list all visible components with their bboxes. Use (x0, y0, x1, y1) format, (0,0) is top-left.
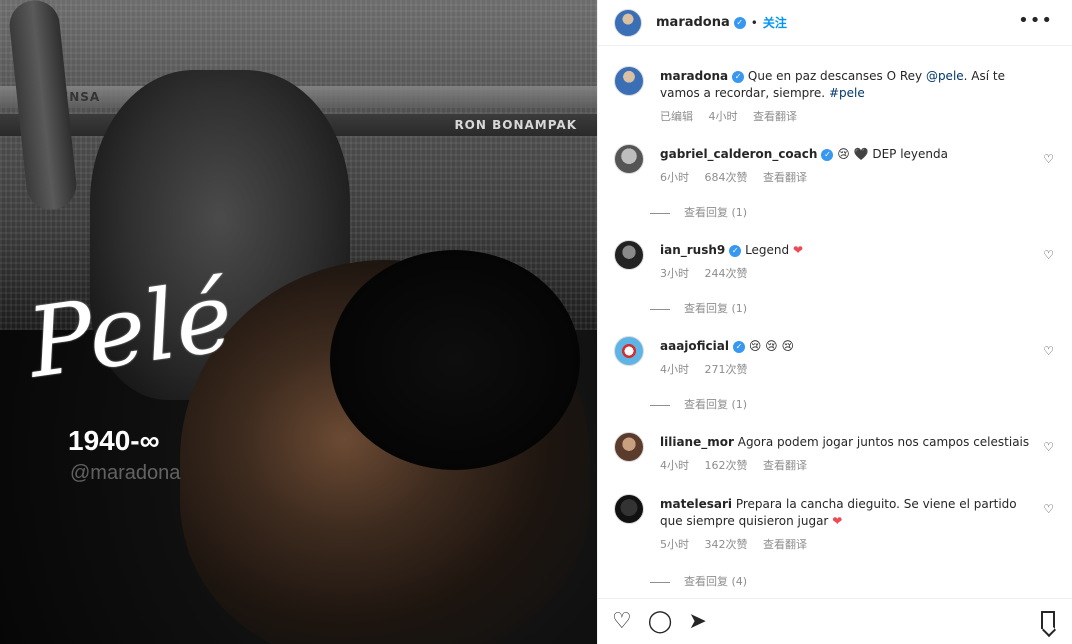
view-replies-label: 查看回复 (1) (684, 206, 748, 219)
timestamp[interactable]: 4小时 (660, 363, 689, 376)
years-text: 1940-∞ (68, 425, 160, 456)
comment-username[interactable]: matelesari (660, 497, 732, 511)
separator-dot: • (750, 15, 758, 30)
post-header: maradona ✓ • 关注 ••• (598, 0, 1072, 46)
view-replies-button[interactable]: 查看回复 (1) (650, 204, 747, 220)
comment-username[interactable]: ian_rush9 (660, 243, 725, 257)
signature-text: Pelé (21, 260, 240, 400)
avatar[interactable] (614, 494, 644, 524)
comment-username[interactable]: liliane_mor (660, 435, 734, 449)
verified-icon: ✓ (732, 70, 745, 83)
verified-icon: ✓ (733, 16, 746, 29)
translate-button[interactable]: 查看翻译 (763, 538, 807, 551)
likes-count[interactable]: 162次赞 (705, 459, 748, 472)
comment-text: 😢 😢 😢 (748, 339, 794, 353)
heart-icon[interactable]: ♡ (1043, 502, 1054, 516)
comment-username[interactable]: gabriel_calderon_coach (660, 147, 817, 161)
comment-text: Agora podem jogar juntos nos campos cele… (737, 435, 1030, 449)
hashtag-link[interactable]: #pele (829, 86, 865, 100)
comment-text: 😢 🖤 DEP leyenda (837, 147, 948, 161)
mention-link[interactable]: @pele (926, 69, 964, 83)
timestamp[interactable]: 4小时 (660, 459, 689, 472)
avatar[interactable] (614, 8, 642, 37)
view-replies-button[interactable]: 查看回复 (1) (650, 300, 747, 316)
view-replies-label: 查看回复 (1) (684, 302, 748, 315)
heart-icon[interactable]: ♡ (612, 609, 632, 634)
header-username[interactable]: maradona (656, 15, 730, 30)
avatar[interactable] (614, 432, 644, 462)
more-horizontal-icon[interactable]: ••• (1018, 10, 1053, 31)
comment-icon[interactable]: ◯ (648, 609, 673, 634)
verified-icon: ✓ (821, 148, 834, 161)
comments-list[interactable]: maradona ✓ Que en paz descanses O Rey @pe… (598, 46, 1072, 598)
watermark-text: @maradona (70, 462, 181, 484)
portrait-hair (330, 250, 580, 470)
verified-icon: ✓ (729, 244, 742, 257)
verified-icon: ✓ (732, 340, 745, 353)
avatar[interactable] (614, 66, 644, 96)
likes-count[interactable]: 244次赞 (705, 267, 748, 280)
edited-label: 已编辑 (660, 110, 693, 123)
timestamp[interactable]: 6小时 (660, 171, 689, 184)
heart-icon[interactable]: ♡ (1043, 152, 1054, 166)
translate-button[interactable]: 查看翻译 (763, 171, 807, 184)
follow-button[interactable]: 关注 (763, 14, 787, 31)
post-details-panel: maradona ✓ • 关注 ••• maradona ✓ Que en paz… (597, 0, 1072, 644)
post-actions-bar: ♡ ◯ ➤ (598, 598, 1072, 644)
view-replies-button[interactable]: 查看回复 (4) (650, 573, 747, 589)
view-replies-button[interactable]: 查看回复 (1) (650, 396, 747, 412)
avatar[interactable] (614, 144, 644, 174)
replies-line (650, 212, 670, 214)
likes-count[interactable]: 342次赞 (705, 538, 748, 551)
avatar[interactable] (614, 240, 644, 270)
replies-line (650, 404, 670, 406)
heart-emoji: ❤ (832, 514, 843, 528)
timestamp[interactable]: 3小时 (660, 267, 689, 280)
likes-count[interactable]: 684次赞 (705, 171, 748, 184)
caption-username[interactable]: maradona (660, 69, 728, 83)
heart-icon[interactable]: ♡ (1043, 248, 1054, 262)
avatar[interactable] (614, 336, 644, 366)
caption-text: Que en paz descanses O Rey (747, 69, 926, 83)
replies-line (650, 581, 670, 583)
comment-username[interactable]: aaajoficial (660, 339, 729, 353)
translate-button[interactable]: 查看翻译 (763, 459, 807, 472)
view-replies-label: 查看回复 (4) (684, 575, 748, 588)
heart-emoji: ❤ (792, 243, 804, 257)
translate-button[interactable]: 查看翻译 (753, 110, 797, 123)
send-icon[interactable]: ➤ (688, 609, 706, 634)
timestamp[interactable]: 4小时 (709, 110, 738, 123)
heart-icon[interactable]: ♡ (1043, 440, 1054, 454)
heart-icon[interactable]: ♡ (1043, 344, 1054, 358)
comment-text: Legend (745, 243, 793, 257)
timestamp[interactable]: 5小时 (660, 538, 689, 551)
post-image[interactable]: PRENSA RON BONAMPAK Pelé 1940-∞ @maradon… (0, 0, 597, 644)
bookmark-icon[interactable] (1041, 611, 1055, 629)
likes-count[interactable]: 271次赞 (705, 363, 748, 376)
view-replies-label: 查看回复 (1) (684, 398, 748, 411)
replies-line (650, 308, 670, 310)
